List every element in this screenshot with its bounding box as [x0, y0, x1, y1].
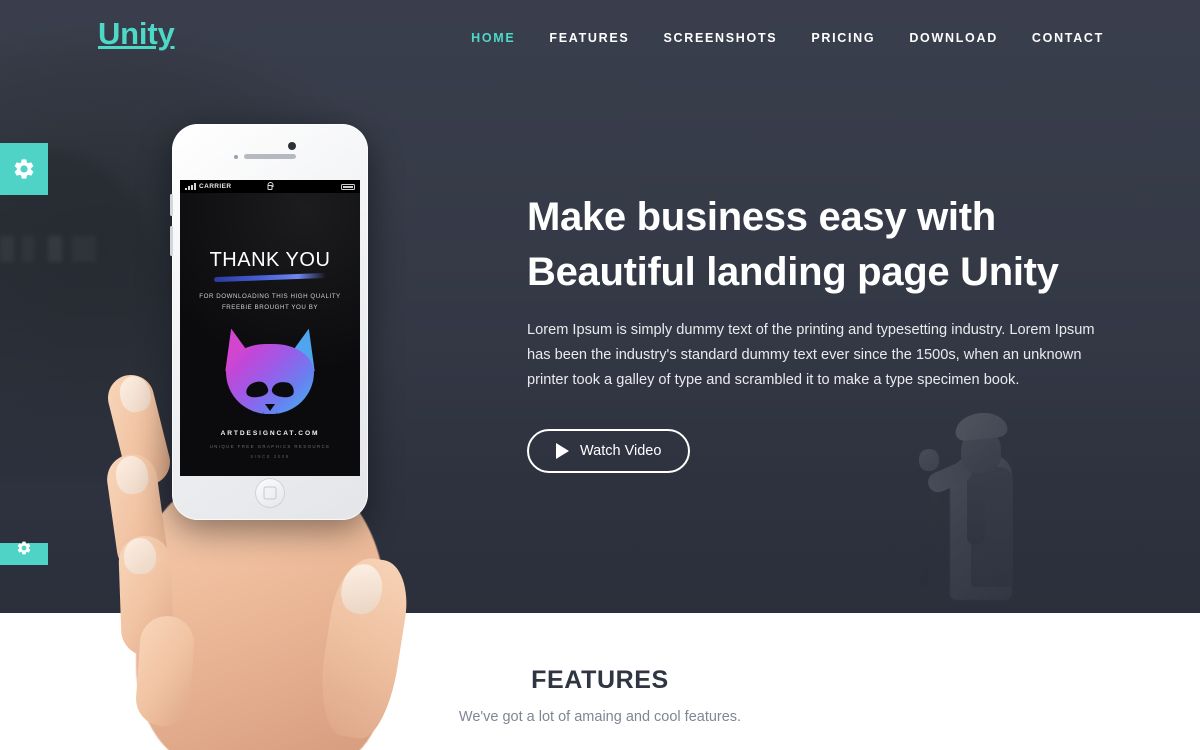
phone-statusbar: CARRIER [180, 180, 360, 193]
settings-side-tab[interactable] [0, 143, 48, 195]
cat-nose [265, 403, 275, 411]
battery-icon [341, 183, 355, 190]
phone-sensor [234, 155, 238, 159]
main-nav: HOME FEATURES SCREENSHOTS PRICING DOWNLO… [471, 31, 1104, 45]
gear-icon [14, 159, 34, 179]
secondary-side-tab[interactable] [0, 541, 48, 565]
carrier-label: CARRIER [199, 183, 232, 190]
lock-icon [267, 184, 273, 190]
nav-item-download[interactable]: DOWNLOAD [909, 31, 998, 45]
brand-since: SINCE 2009 [250, 453, 290, 459]
swoosh-underline [213, 272, 327, 283]
phone-mockup: CARRIER THANK YOU FOR DOWNLOADING THIS H… [100, 118, 460, 750]
signal-bars-icon [185, 183, 196, 190]
phone-screen: CARRIER THANK YOU FOR DOWNLOADING THIS H… [180, 180, 360, 476]
hero-copy: Make business easy with Beautiful landin… [527, 190, 1117, 473]
cat-face [226, 343, 314, 417]
thank-you-title: THANK YOU [209, 249, 331, 271]
nav-link-pricing[interactable]: PRICING [811, 31, 875, 45]
thank-you-subtitle: FOR DOWNLOADING THIS HIGH QUALITY FREEBI… [199, 293, 341, 311]
phone-volume-down-button [170, 226, 173, 256]
nav-item-home[interactable]: HOME [471, 31, 515, 45]
phone-front-camera [288, 142, 296, 150]
hero-headline-line1: Make business easy with [527, 195, 996, 239]
nav-item-screenshots[interactable]: SCREENSHOTS [663, 31, 777, 45]
landing-page: Unity HOME FEATURES SCREENSHOTS PRICING … [0, 0, 1200, 750]
fingernail-ring [123, 537, 157, 575]
nav-link-features[interactable]: FEATURES [549, 31, 629, 45]
cat-eye-right [271, 380, 295, 399]
cat-mouth [263, 411, 277, 417]
nav-link-download[interactable]: DOWNLOAD [909, 31, 998, 45]
cat-eye-left [245, 380, 269, 399]
phone-volume-up-button [170, 194, 173, 216]
hero-paragraph: Lorem Ipsum is simply dummy text of the … [527, 321, 1095, 388]
nav-link-contact[interactable]: CONTACT [1032, 31, 1104, 45]
navbar: Unity HOME FEATURES SCREENSHOTS PRICING … [0, 0, 1200, 78]
phone-earpiece [244, 154, 296, 159]
phone-home-button [255, 478, 285, 508]
brand-tagline: UNIQUE FREE GRAPHICS RESOURCE [209, 443, 331, 449]
watch-video-label: Watch Video [580, 442, 662, 459]
brand-url: ARTDESIGNCAT.COM [220, 429, 320, 437]
cat-head-icon [215, 324, 325, 417]
gear-icon-secondary [17, 541, 31, 555]
finger-pinky [134, 614, 196, 728]
phone-device: CARRIER THANK YOU FOR DOWNLOADING THIS H… [170, 124, 368, 520]
nav-item-features[interactable]: FEATURES [549, 31, 629, 45]
screen-content: THANK YOU FOR DOWNLOADING THIS HIGH QUAL… [180, 193, 360, 476]
play-icon [556, 442, 569, 459]
hero-headline: Make business easy with Beautiful landin… [527, 190, 1117, 300]
nav-link-screenshots[interactable]: SCREENSHOTS [663, 31, 777, 45]
site-logo[interactable]: Unity [98, 16, 175, 52]
nav-item-pricing[interactable]: PRICING [811, 31, 875, 45]
watch-video-button[interactable]: Watch Video [527, 428, 691, 473]
nav-link-home[interactable]: HOME [471, 31, 515, 45]
nav-item-contact[interactable]: CONTACT [1032, 31, 1104, 45]
hero-headline-line2: Beautiful landing page Unity [527, 249, 1059, 294]
